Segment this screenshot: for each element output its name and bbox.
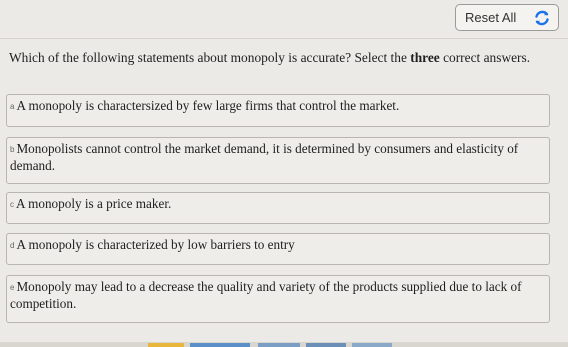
top-toolbar: Reset All [0, 0, 568, 39]
answer-option-a[interactable]: aA monopoly is charactersized by few lar… [6, 94, 550, 127]
option-label: A monopoly is a price maker. [16, 196, 172, 211]
option-label: A monopoly is characterized by low barri… [16, 237, 295, 252]
option-text: e Monopoly may lead to a decrease the qua… [10, 279, 539, 312]
answer-option-b[interactable]: b Monopolists cannot control the market d… [6, 137, 550, 184]
option-label: Monopolists cannot control the market de… [10, 141, 519, 173]
question-prompt: Which of the following statements about … [9, 50, 559, 66]
bottom-status-strip [0, 342, 568, 347]
option-letter: c [10, 200, 14, 209]
option-letter: b [10, 145, 15, 154]
reset-all-label: Reset All [465, 10, 517, 25]
option-text: dA monopoly is characterized by low barr… [10, 237, 539, 254]
option-label: A monopoly is charactersized by few larg… [16, 98, 400, 113]
answer-option-e[interactable]: e Monopoly may lead to a decrease the qua… [6, 275, 550, 323]
option-letter: e [10, 283, 15, 292]
status-segment [148, 343, 184, 347]
answer-option-c[interactable]: cA monopoly is a price maker. [6, 192, 550, 224]
option-letter: d [10, 241, 15, 250]
refresh-icon [535, 10, 549, 26]
status-segment [352, 343, 392, 347]
reset-all-button[interactable]: Reset All [455, 4, 559, 31]
status-segment [258, 343, 300, 347]
option-text: b Monopolists cannot control the market d… [10, 141, 539, 174]
status-segment [190, 343, 250, 347]
option-text: aA monopoly is charactersized by few lar… [10, 98, 539, 115]
status-segment [306, 343, 346, 347]
question-emphasis: three [410, 50, 440, 65]
option-label: Monopoly may lead to a decrease the qual… [10, 279, 522, 311]
option-letter: a [10, 102, 15, 111]
question-text-end: correct answers. [439, 50, 531, 65]
answer-option-d[interactable]: dA monopoly is characterized by low barr… [6, 233, 550, 265]
option-text: cA monopoly is a price maker. [10, 196, 539, 213]
question-text: Which of the following statements about … [9, 50, 411, 65]
